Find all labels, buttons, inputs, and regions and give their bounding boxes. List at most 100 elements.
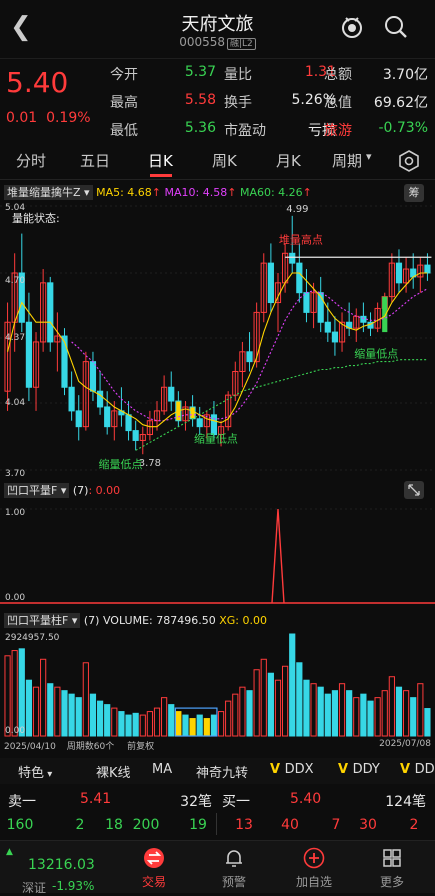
candle-body bbox=[168, 386, 175, 402]
indicator-tab-label: DDX bbox=[284, 762, 314, 777]
indicator1-select[interactable]: 凹口平量F ▾ bbox=[4, 483, 70, 498]
header-divider bbox=[0, 58, 435, 59]
buy-tick-count: 13 bbox=[235, 817, 253, 833]
buy-tick-count: 30 bbox=[359, 817, 377, 833]
date-start: 2025/04/10 bbox=[4, 742, 56, 752]
volume-bar bbox=[402, 690, 410, 737]
indicator-tab-label: DDY bbox=[352, 762, 380, 777]
volume-bar bbox=[168, 704, 175, 737]
quote-label: 最高 bbox=[110, 95, 138, 111]
volume-bar bbox=[139, 714, 146, 737]
ma60-arrow-icon: ↑ bbox=[302, 186, 312, 199]
indicator-tab[interactable]: V DDX bbox=[270, 762, 314, 777]
main-indicator-name: 堆量缩量擒牛Z bbox=[7, 186, 81, 199]
annotation-heap-high: 堆量高点 bbox=[279, 232, 323, 246]
search-icon[interactable] bbox=[383, 14, 409, 40]
nav-alert[interactable]: 预警 bbox=[204, 845, 264, 891]
ind1-y-top: 1.00 bbox=[5, 508, 25, 518]
indicator2-param: (7) bbox=[83, 614, 100, 627]
nav-alert-label: 预警 bbox=[221, 875, 246, 889]
bell-icon bbox=[226, 850, 242, 867]
indicator-tab[interactable]: 裸K线 bbox=[96, 762, 131, 781]
indicator1-value: : 0.00 bbox=[88, 484, 121, 497]
nav-add-watchlist[interactable]: 加自选 bbox=[284, 845, 344, 891]
quote-label: 今开 bbox=[110, 67, 138, 83]
buy1-price: 5.40 bbox=[290, 791, 322, 807]
dropdown-triangle-icon: ▾ bbox=[71, 614, 78, 627]
volume-bar bbox=[346, 690, 353, 737]
volume-bar bbox=[303, 679, 310, 737]
indicator1-name: 凹口平量F bbox=[7, 484, 58, 497]
quote-value: 69.62亿 bbox=[373, 95, 428, 111]
nav-trade[interactable]: 交易 bbox=[124, 845, 184, 891]
orderbook: 卖一 5.41 32笔 买一 5.40 124笔 160 2 18 200 19 13 4… bbox=[0, 787, 435, 839]
quote-label: 市盈动 bbox=[224, 123, 266, 139]
expand-icon[interactable] bbox=[404, 481, 424, 499]
indicator2-name: 凹口平量柱F bbox=[7, 614, 69, 627]
volume-bar bbox=[296, 662, 303, 737]
volume-bar bbox=[367, 700, 374, 737]
quote-label: 总值 bbox=[324, 95, 352, 111]
main-indicator-select[interactable]: 堆量缩量擒牛Z ▾ bbox=[4, 185, 93, 200]
tab-period[interactable]: 五日 bbox=[80, 150, 110, 171]
period-count: 周期数60个 bbox=[66, 742, 115, 752]
tab-period[interactable]: 月K bbox=[276, 150, 301, 171]
volume-bar bbox=[239, 686, 246, 737]
main-indicator-bar: 堆量缩量擒牛Z ▾ MA5: 4.68↑ MA10: 4.58↑ MA60: 4… bbox=[4, 184, 404, 200]
volume-bar bbox=[153, 707, 161, 737]
indicator-tab[interactable]: MA bbox=[152, 762, 172, 777]
indicator1-param: (7) bbox=[72, 484, 89, 497]
volume-chart[interactable]: 2924957.50 0.00 bbox=[0, 628, 435, 738]
top-header: ❮ 天府文旅 000558 融|L2 bbox=[0, 0, 435, 56]
tab-period[interactable]: 周K bbox=[212, 150, 237, 171]
indicator-tab-label: 神奇九转 bbox=[196, 766, 249, 781]
candle-body bbox=[25, 321, 33, 388]
candle-body bbox=[267, 262, 274, 304]
volume-bar bbox=[68, 693, 75, 737]
nav-more[interactable]: 更多 bbox=[362, 845, 422, 891]
price-change: 0.01 0.19% bbox=[6, 110, 91, 126]
volume-bar bbox=[217, 711, 225, 737]
sell-tick-numbers: 160 2 18 200 19 bbox=[0, 817, 215, 835]
grid-icon bbox=[383, 849, 401, 867]
sell-tick-count: 160 bbox=[6, 817, 34, 833]
indicator1-chart[interactable]: 1.00 0.00 bbox=[0, 499, 435, 609]
margin-tag: 融|L2 bbox=[227, 38, 256, 50]
candle-body bbox=[303, 292, 310, 313]
tab-day-k-active[interactable]: 日K bbox=[148, 150, 173, 171]
tab-period[interactable]: 周期 bbox=[332, 150, 362, 171]
volume-bar bbox=[310, 683, 317, 737]
vol-y-bottom: 0.00 bbox=[5, 726, 25, 736]
current-price: 5.40 bbox=[6, 66, 69, 99]
ma5-arrow-icon: ↑ bbox=[151, 186, 162, 199]
index-ticker[interactable]: ▲ 13216.03 深证 -1.93% bbox=[6, 847, 116, 895]
volume-bar bbox=[96, 700, 104, 737]
y-axis-upper: 4.70 bbox=[5, 276, 25, 286]
candle-body bbox=[68, 386, 75, 412]
robot-assistant-icon[interactable] bbox=[339, 14, 365, 40]
sell-tick-count: 200 bbox=[132, 817, 160, 833]
indicator-tab[interactable]: V DDY bbox=[338, 762, 380, 777]
volume-bar bbox=[381, 690, 388, 737]
settings-hexagon-icon[interactable] bbox=[398, 150, 420, 172]
buy-tick-count: 7 bbox=[331, 817, 341, 833]
volume-bar bbox=[360, 693, 367, 737]
buy-tick-count: 40 bbox=[281, 817, 299, 833]
indicator-tab-label: 特色 bbox=[18, 766, 45, 781]
indicator2-select[interactable]: 凹口平量柱F ▾ bbox=[4, 613, 81, 628]
volume-bar bbox=[417, 683, 424, 737]
volume-bar bbox=[388, 676, 395, 737]
sell-tick-count: 18 bbox=[105, 817, 123, 833]
tab-period[interactable]: 分时 bbox=[16, 150, 46, 171]
tabs-divider bbox=[0, 179, 435, 180]
candle-body bbox=[289, 252, 296, 264]
indicator-tab[interactable]: 神奇九转 bbox=[196, 762, 248, 781]
indicator-tab[interactable]: 特色 ▾ bbox=[18, 762, 52, 781]
volume-bar bbox=[324, 693, 331, 737]
buy1-label: 买一 bbox=[222, 794, 250, 810]
candlestick-chart[interactable]: 5.044.704.374.043.70量能状态:4.993.78堆量高点缩量低… bbox=[0, 200, 435, 478]
sell-tick-count: 2 bbox=[75, 817, 85, 833]
volume-bar bbox=[25, 679, 33, 737]
add-circle-icon bbox=[303, 847, 325, 869]
indicator-tab[interactable]: V DD bbox=[400, 762, 435, 777]
